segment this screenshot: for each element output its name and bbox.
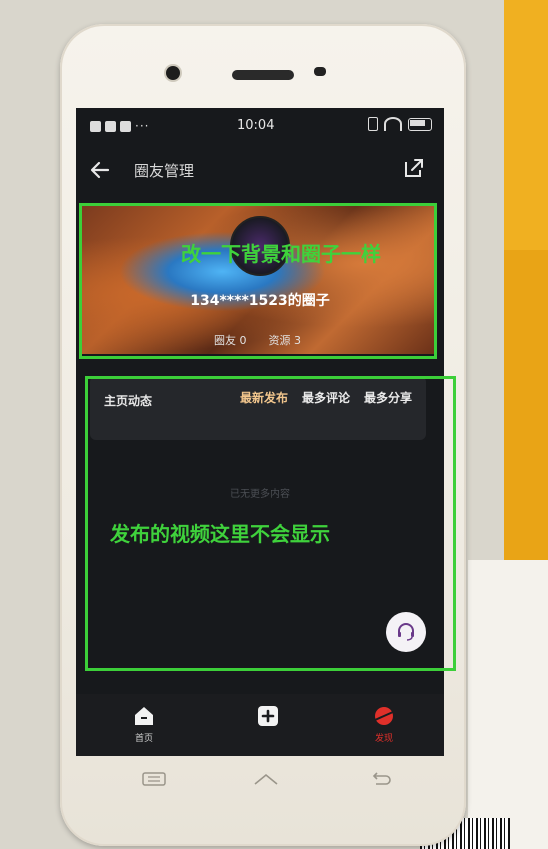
- notification-icons: ···: [90, 119, 149, 133]
- annotation-note-banner: 改一下背景和圈子一样: [181, 242, 381, 266]
- proximity-sensor: [314, 67, 326, 76]
- more-notifications-icon: ···: [135, 119, 150, 133]
- back-key-icon[interactable]: [370, 772, 394, 786]
- home-key-icon[interactable]: [253, 772, 279, 788]
- back-arrow-icon[interactable]: [88, 158, 112, 182]
- home-icon: [135, 707, 153, 725]
- nav-discover-label: 发现: [374, 734, 393, 744]
- desk-background-shade: [504, 250, 548, 580]
- annotation-note-feed: 发布的视频这里不会显示: [110, 522, 330, 546]
- page-title: 圈友管理: [134, 162, 195, 180]
- nav-discover[interactable]: 发现: [354, 704, 414, 744]
- planet-icon: [374, 707, 394, 725]
- top-navigation: 圈友管理: [76, 148, 444, 192]
- nav-home-label: 首页: [134, 734, 153, 744]
- front-camera: [166, 66, 180, 80]
- annotation-box-banner: [79, 203, 437, 359]
- battery-icon: [408, 117, 432, 131]
- notification-icon: [90, 120, 101, 132]
- status-indicators: [368, 117, 432, 131]
- nav-home[interactable]: 首页: [114, 704, 174, 744]
- status-bar: ··· 10:04: [76, 108, 444, 142]
- plus-icon: [258, 706, 278, 726]
- status-time: 10:04: [237, 118, 275, 133]
- notification-icon: [120, 120, 131, 132]
- menu-key-icon[interactable]: [142, 772, 166, 786]
- vibrate-icon: [368, 117, 378, 131]
- nav-publish[interactable]: [238, 704, 298, 731]
- wifi-icon: [384, 117, 402, 131]
- paper-sheet: [468, 560, 548, 849]
- earpiece-speaker: [232, 70, 294, 80]
- bottom-navigation: 首页 发现: [76, 694, 444, 756]
- share-icon[interactable]: [402, 156, 426, 180]
- notification-icon: [105, 120, 116, 132]
